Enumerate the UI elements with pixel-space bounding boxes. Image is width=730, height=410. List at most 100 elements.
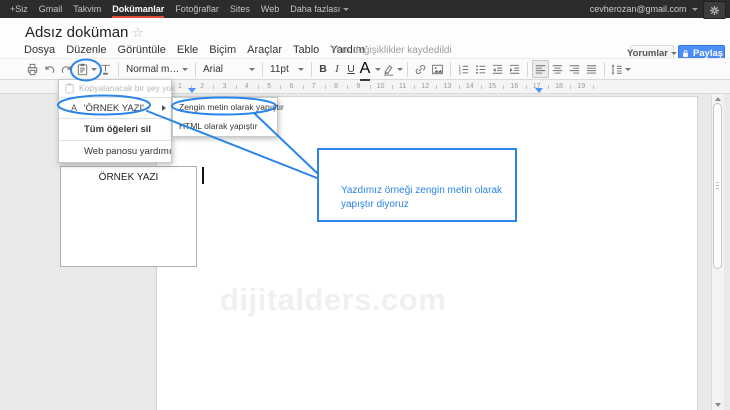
highlight-caret-icon: [397, 68, 403, 71]
ruler-number-19: 19: [577, 83, 585, 90]
ruler-tick: [593, 85, 594, 89]
topbar-link-daha-fazlas-[interactable]: Daha fazlası: [290, 0, 349, 18]
ruler-number-6: 6: [290, 83, 294, 90]
menu-tablo[interactable]: Tablo: [293, 44, 319, 56]
ruler-number-7: 7: [312, 83, 316, 90]
insert-image-button[interactable]: [429, 60, 446, 78]
highlight-icon: [381, 62, 396, 77]
toolbar-separator: [450, 62, 451, 77]
web-clipboard-menu: Kopyalanacak bir şey yok A 'ÖRNEK YAZI' …: [58, 79, 172, 163]
toolbar: Normal me... Arial 11pt BIUA 123: [0, 58, 730, 80]
account-caret-icon: [692, 8, 698, 11]
vertical-scrollbar[interactable]: [711, 94, 724, 410]
ruler-tick: [459, 85, 460, 89]
menu-ekle[interactable]: Ekle: [177, 44, 198, 56]
topbar-link-foto-raflar[interactable]: Fotoğraflar: [175, 0, 219, 18]
account-email[interactable]: cevherozan@gmail.com: [590, 0, 698, 18]
highlight-button[interactable]: [381, 60, 403, 78]
topbar-link-+siz[interactable]: +Siz: [10, 0, 28, 18]
submenu-item-paste-rich-text[interactable]: Zengin metin olarak yapıştır: [173, 98, 277, 117]
numbered-list-button[interactable]: 123: [455, 60, 472, 78]
menu-d-zenle[interactable]: Düzenle: [66, 44, 106, 56]
topbar-link-gmail[interactable]: Gmail: [39, 0, 63, 18]
align-left-button[interactable]: [532, 60, 549, 78]
watermark: dijitalders.com: [220, 282, 446, 318]
left-margin-marker[interactable]: [188, 88, 196, 93]
redo-button[interactable]: [58, 60, 75, 78]
font-size-button[interactable]: 11pt: [267, 60, 307, 78]
line-spacing-caret-icon: [625, 68, 631, 71]
paint-format-button[interactable]: [97, 60, 114, 78]
clip-item-label: 'ÖRNEK YAZI': [84, 103, 144, 114]
outdent-button[interactable]: [489, 60, 506, 78]
ruler-number-8: 8: [334, 83, 338, 90]
indent-icon: [507, 62, 522, 77]
ruler-number-9: 9: [356, 83, 360, 90]
toolbar-separator: [604, 62, 605, 77]
menu-item-clear-all[interactable]: Tüm öğeleri sil: [59, 119, 171, 140]
scroll-up-arrow-icon[interactable]: [715, 97, 721, 101]
ruler-tick: [303, 85, 304, 89]
font-family-button[interactable]: Arial: [200, 60, 258, 78]
ruler-number-3: 3: [223, 83, 227, 90]
ruler-number-2: 2: [200, 83, 204, 90]
menu-item-clipboard-help[interactable]: Web panosu yardımı: [59, 141, 171, 162]
ruler-tick: [325, 85, 326, 89]
italic-button[interactable]: I: [330, 60, 344, 78]
ruler-tick: [370, 85, 371, 89]
align-right-button[interactable]: [566, 60, 583, 78]
ruler-number-10: 10: [377, 83, 385, 90]
ruler-tick: [236, 85, 237, 89]
bold-button[interactable]: B: [316, 60, 330, 78]
web-clipboard-button[interactable]: [75, 60, 97, 78]
styles-caret-icon: [182, 68, 188, 71]
star-icon[interactable]: ☆: [132, 25, 144, 41]
topbar-link-takvim[interactable]: Takvim: [73, 0, 101, 18]
settings-gear-button[interactable]: [703, 1, 726, 19]
paint-format-icon: [98, 62, 113, 77]
scroll-down-arrow-icon[interactable]: [715, 403, 721, 407]
right-margin-marker[interactable]: [535, 88, 543, 93]
scrollbar-thumb[interactable]: [713, 103, 722, 269]
text-color-button[interactable]: A: [358, 60, 381, 78]
underline-button[interactable]: U: [344, 60, 358, 78]
insert-link-button[interactable]: [412, 60, 429, 78]
menu-bi-im[interactable]: Biçim: [209, 44, 236, 56]
ruler-tick: [548, 85, 549, 89]
menu-g-r-nt-le[interactable]: Görüntüle: [118, 44, 166, 56]
ruler-number-16: 16: [511, 83, 519, 90]
align-justify-button[interactable]: [583, 60, 600, 78]
toolbar-separator: [118, 62, 119, 77]
ruler-number-15: 15: [488, 83, 496, 90]
toolbar-separator: [311, 62, 312, 77]
document-page[interactable]: [156, 96, 698, 410]
comments-caret-icon: [671, 52, 677, 55]
ruler-number-5: 5: [267, 83, 271, 90]
indent-button[interactable]: [506, 60, 523, 78]
outdent-icon: [490, 62, 505, 77]
menu-dosya[interactable]: Dosya: [24, 44, 55, 56]
bulleted-list-button[interactable]: [472, 60, 489, 78]
toolbar-separator: [195, 62, 196, 77]
topbar-link-web[interactable]: Web: [261, 0, 279, 18]
clipboard-preview-box: ÖRNEK YAZI: [60, 166, 197, 267]
ruler-number-4: 4: [245, 83, 249, 90]
font-size-caret-icon: [298, 68, 304, 71]
topbar-links: +Siz Gmail Takvim Dokümanlar Fotoğraflar Site…: [10, 0, 360, 18]
menu-ara-lar[interactable]: Araçlar: [247, 44, 282, 56]
line-spacing-button[interactable]: [609, 60, 631, 78]
topbar-link-sites[interactable]: Sites: [230, 0, 250, 18]
undo-button[interactable]: [41, 60, 58, 78]
ruler-tick: [436, 85, 437, 89]
menu-item-ornek-yazi[interactable]: A 'ÖRNEK YAZI': [59, 98, 171, 118]
topbar-link-dok-manlar[interactable]: Dokümanlar: [112, 0, 164, 18]
styles-value: Normal me...: [126, 64, 182, 75]
document-title[interactable]: Adsız doküman: [25, 24, 128, 41]
nothing-to-copy-label: Kopyalanacak bir şey yok: [79, 83, 175, 93]
more-caret-icon: [343, 8, 349, 11]
print-button[interactable]: [24, 60, 41, 78]
submenu-item-paste-html[interactable]: HTML olarak yapıştır: [173, 117, 277, 136]
styles-button[interactable]: Normal me...: [123, 60, 191, 78]
menu-item-nothing-to-copy: Kopyalanacak bir şey yok: [59, 80, 171, 97]
align-center-button[interactable]: [549, 60, 566, 78]
